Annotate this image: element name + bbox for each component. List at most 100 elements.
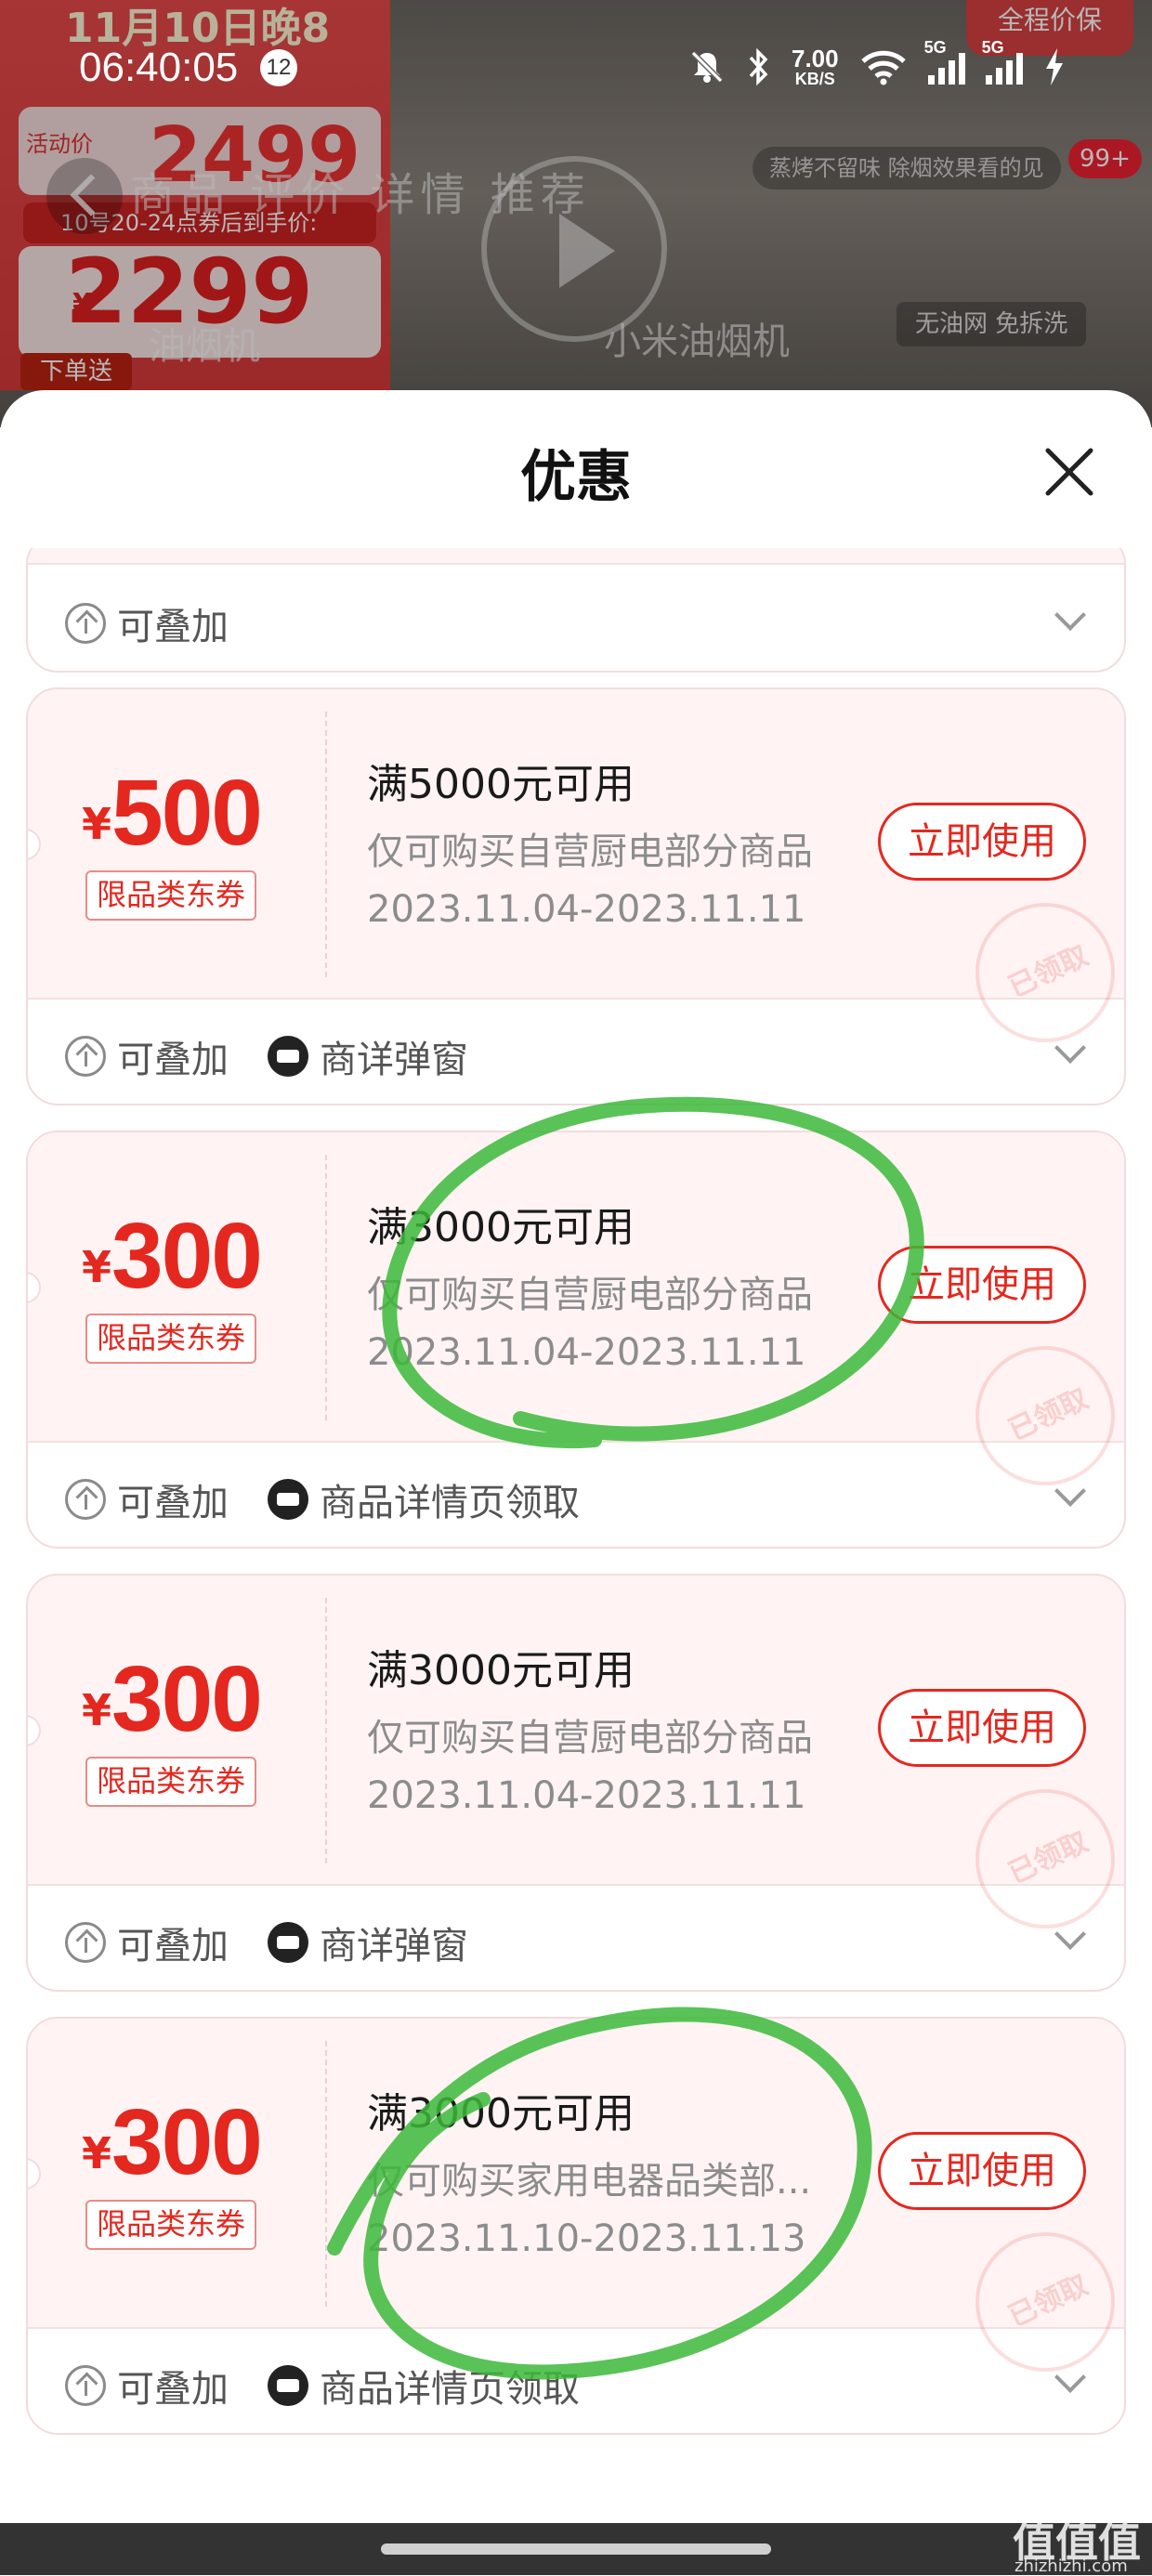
stackable-label: 可叠加 — [117, 606, 229, 648]
use-now-button[interactable]: 立即使用 — [878, 1689, 1086, 1767]
coupon-type-tag: 限品类东券 — [85, 1314, 257, 1364]
coupon-type-tag: 限品类东券 — [85, 2200, 257, 2250]
coupon-scope: 仅可购买自营厨电部分商品 — [367, 830, 813, 873]
stackable-tag: 可叠加 — [65, 1029, 229, 1083]
source-label: 商详弹窗 — [320, 1925, 468, 1968]
currency-symbol: ¥ — [82, 799, 112, 849]
status-time: 06:40:05 — [79, 45, 239, 90]
card-notch — [28, 1715, 41, 1746]
status-bar: 06:40:05 12 7.00 KB/S 5G 5G — [0, 0, 1152, 139]
card-notch — [28, 2158, 41, 2190]
coupon-condition: 满5000元可用 — [367, 761, 635, 808]
stack-icon — [65, 603, 106, 644]
coupon-validity: 2023.11.04-2023.11.11 — [367, 1774, 806, 1817]
close-icon[interactable] — [1039, 441, 1100, 503]
card-divider — [325, 2041, 327, 2307]
coupon-condition: 满3000元可用 — [367, 1204, 635, 1251]
coupon-type-tag: 限品类东券 — [85, 1757, 257, 1807]
coupon-validity: 2023.11.10-2023.11.13 — [367, 2217, 806, 2260]
source-label: 商品详情页领取 — [320, 2368, 580, 2411]
watermark-url: zhizhizhi.com — [1015, 2556, 1128, 2576]
system-nav-bar — [0, 2523, 1152, 2575]
coupon-amount: ¥300 — [82, 1646, 263, 1753]
network-speed-unit: KB/S — [794, 70, 835, 88]
coupon-card[interactable]: ¥300 限品类东券 满3000元可用 仅可购买自营厨电部分商品 2023.11.04-… — [26, 1574, 1126, 1992]
stackable-tag: 可叠加 — [65, 1916, 229, 1969]
card-divider — [325, 1598, 327, 1863]
coupon-card-footer: 可叠加 — [28, 565, 1124, 671]
coupon-card[interactable]: ¥300 限品类东券 满3000元可用 仅可购买家用电器品类部... 2023.11.1… — [26, 2017, 1126, 2435]
stackable-tag: 可叠加 — [65, 2359, 229, 2413]
coupon-amount-value: 300 — [111, 1204, 263, 1308]
signal-sim2-icon: 5G — [982, 38, 1023, 85]
source-label: 商详弹窗 — [320, 1039, 468, 1081]
mute-bell-icon — [690, 50, 724, 84]
coupon-amount: ¥300 — [82, 1203, 263, 1310]
coupon-condition: 满3000元可用 — [367, 2090, 635, 2138]
coupon-scope: 仅可购买自营厨电部分商品 — [367, 1274, 813, 1316]
coupon-amount-value: 300 — [111, 2090, 263, 2194]
charging-icon — [1045, 48, 1063, 85]
card-divider — [325, 1155, 327, 1420]
stackable-label: 可叠加 — [117, 2368, 229, 2411]
currency-symbol: ¥ — [82, 1242, 112, 1292]
coupon-card-partial: 可叠加 — [26, 548, 1126, 673]
stack-icon — [65, 1479, 106, 1520]
source-tag: 商详弹窗 — [268, 1916, 468, 1969]
coupon-type-tag: 限品类东券 — [85, 870, 257, 921]
source-tag: 商品详情页领取 — [268, 2359, 580, 2413]
coupon-card-footer: 可叠加 商详弹窗 — [28, 1886, 1124, 1990]
signal-sim1-icon: 5G — [924, 38, 965, 85]
coupon-condition: 满3000元可用 — [367, 1647, 635, 1694]
use-now-button[interactable]: 立即使用 — [878, 803, 1086, 881]
coupon-card-footer: 可叠加 商品详情页领取 — [28, 2329, 1124, 2433]
coupon-card[interactable]: ¥500 限品类东券 满5000元可用仅可购买自营厨电部分商品 2023.11.04-… — [26, 687, 1126, 1105]
card-notch — [28, 1272, 41, 1303]
ticket-icon — [268, 1036, 308, 1077]
coupon-card-body: ¥300 限品类东券 满3000元可用 仅可购买自营厨电部分商品 2023.11.04-… — [28, 1132, 1124, 1485]
coupon-amount-value: 500 — [111, 761, 263, 865]
home-gesture-handle[interactable] — [381, 2543, 771, 2555]
coupon-amount-value: 300 — [111, 1647, 263, 1751]
chevron-down-icon[interactable] — [1054, 1032, 1086, 1064]
coupon-amount: ¥300 — [82, 2089, 263, 2196]
network-speed: 7.00 KB/S — [792, 46, 839, 87]
stackable-tag: 可叠加 — [65, 596, 229, 650]
coupon-list[interactable]: 可叠加 ¥500 限品类东券 满5000元可用 仅可购买自营厨电部分商品 2023.11… — [0, 548, 1152, 2575]
stack-icon — [65, 1036, 106, 1077]
sheet-title: 优惠 — [520, 445, 632, 510]
stackable-label: 可叠加 — [117, 1039, 229, 1081]
card-notch — [28, 829, 41, 860]
coupon-sheet: 优惠 可叠加 ¥500 限品类东券 满5000元可用 仅可购买自营厨电部分商品 2023… — [0, 390, 1152, 2575]
currency-symbol: ¥ — [82, 1685, 112, 1735]
coupon-amount: ¥500 — [82, 760, 263, 867]
ticket-icon — [268, 1479, 308, 1520]
card-divider — [325, 712, 327, 977]
use-now-button[interactable]: 立即使用 — [878, 2132, 1086, 2210]
network-speed-value: 7.00 — [792, 45, 839, 72]
chevron-down-icon[interactable] — [1054, 2361, 1086, 2393]
coupon-card[interactable]: ¥300 限品类东券 满3000元可用 仅可购买自营厨电部分商品 2023.11.04-… — [26, 1131, 1126, 1549]
currency-symbol: ¥ — [82, 2128, 112, 2178]
coupon-card-footer: 可叠加 商品详情页领取 — [28, 1443, 1124, 1547]
ticket-icon — [268, 2365, 308, 2406]
bluetooth-icon — [749, 47, 768, 86]
coupon-validity: 2023.11.04-2023.11.11 — [367, 1331, 806, 1374]
wifi-icon — [860, 50, 906, 85]
chevron-down-icon[interactable] — [1054, 1475, 1086, 1507]
stackable-label: 可叠加 — [117, 1482, 229, 1524]
coupon-card-body: ¥500 限品类东券 满5000元可用仅可购买自营厨电部分商品 2023.11.04-… — [28, 689, 1124, 1042]
coupon-validity: 2023.11.04-2023.11.11 — [367, 888, 806, 931]
coupon-card-footer: 可叠加 商详弹窗 — [28, 1000, 1124, 1104]
chevron-down-icon[interactable] — [1054, 1918, 1086, 1950]
source-label: 商品详情页领取 — [320, 1482, 580, 1524]
ticket-icon — [268, 1922, 308, 1963]
source-tag: 商品详情页领取 — [268, 1472, 580, 1526]
chevron-down-icon[interactable] — [1054, 599, 1086, 631]
use-now-button[interactable]: 立即使用 — [878, 1246, 1086, 1324]
sim2-label: 5G — [981, 38, 1004, 57]
coupon-card-top — [28, 548, 1124, 565]
stackable-tag: 可叠加 — [65, 1472, 229, 1526]
coupon-card-body: ¥300 限品类东券 满3000元可用 仅可购买自营厨电部分商品 2023.11.04-… — [28, 1576, 1124, 1929]
sim1-label: 5G — [923, 38, 947, 57]
